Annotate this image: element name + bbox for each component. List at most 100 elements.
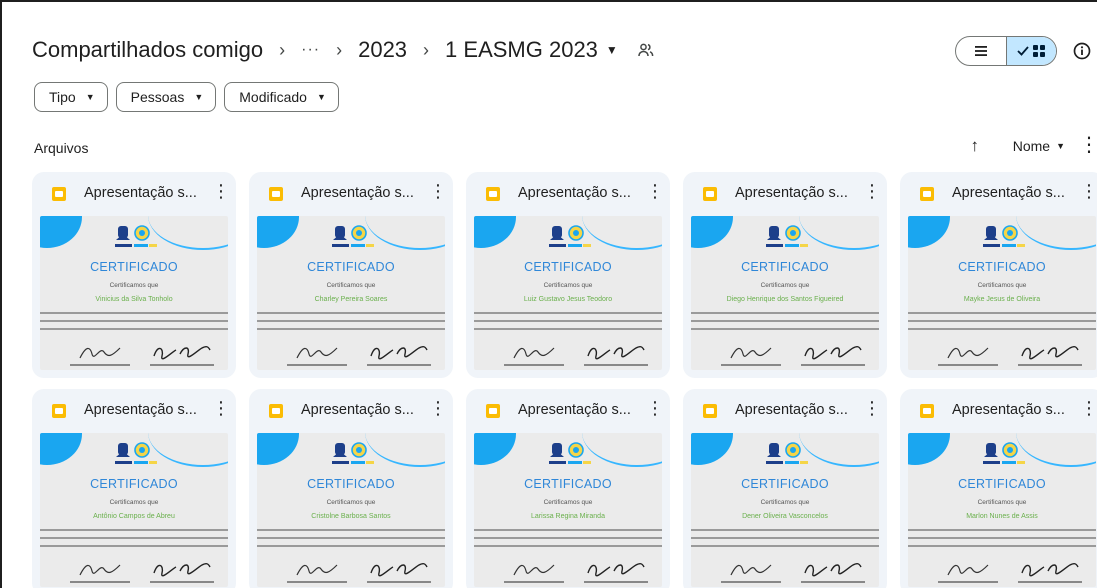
breadcrumb-separator: › xyxy=(336,39,343,60)
certificate-text-line xyxy=(691,320,879,322)
certificate-subtitle: Certificamos que xyxy=(109,499,159,506)
filter-type-chip[interactable]: Tipo ▼ xyxy=(34,82,108,112)
feneis-cnjs-logo xyxy=(766,442,808,464)
signature-image xyxy=(730,564,772,576)
caret-down-icon: ▼ xyxy=(605,43,618,57)
file-thumbnail: CERTIFICADO Certificamos que Vinicius da… xyxy=(40,216,228,370)
certificate-recipient: Mayke Jesus de Oliveira xyxy=(963,296,1041,303)
more-vert-icon[interactable]: ⋮ xyxy=(1080,182,1097,200)
people-icon[interactable] xyxy=(638,43,654,57)
more-vert-icon[interactable]: ⋮ xyxy=(1079,132,1097,157)
feneis-cnjs-logo xyxy=(549,442,591,464)
certificate-title: CERTIFICADO xyxy=(307,260,395,274)
decorative-blob xyxy=(40,433,82,465)
certificate-text-line xyxy=(40,328,228,330)
breadcrumb-parent[interactable]: 2023 xyxy=(358,37,407,63)
breadcrumb-current-folder[interactable]: 1 EASMG 2023 ▼ xyxy=(445,37,618,63)
slides-icon xyxy=(269,404,283,418)
slides-icon xyxy=(269,187,283,201)
certificate-text-line xyxy=(257,529,445,531)
feneis-cnjs-logo xyxy=(332,442,374,464)
slides-icon xyxy=(52,404,66,418)
filter-people-label: Pessoas xyxy=(130,89,185,105)
certificate-text-line xyxy=(40,545,228,547)
file-card[interactable]: Apresentação s... ⋮ CERTIFICADO Certific… xyxy=(466,172,670,378)
file-card[interactable]: Apresentação s... ⋮ CERTIFICADO Certific… xyxy=(249,172,453,378)
more-vert-icon[interactable]: ⋮ xyxy=(863,182,881,200)
slides-icon xyxy=(486,187,500,201)
file-card-header: Apresentação s... ⋮ xyxy=(32,172,236,216)
certificate-text-line xyxy=(691,328,879,330)
decorative-blob xyxy=(908,433,950,465)
file-title: Apresentação s... xyxy=(301,402,414,418)
file-title: Apresentação s... xyxy=(518,402,631,418)
file-card[interactable]: Apresentação s... ⋮ CERTIFICADO Certific… xyxy=(32,172,236,378)
file-card[interactable]: Apresentação s... ⋮ CERTIFICADO Certific… xyxy=(32,389,236,588)
more-vert-icon[interactable]: ⋮ xyxy=(429,399,447,417)
info-icon[interactable] xyxy=(1071,40,1093,62)
list-view-button[interactable] xyxy=(956,37,1006,65)
feneis-cnjs-logo xyxy=(115,225,157,247)
certificate-subtitle: Certificamos que xyxy=(543,282,593,289)
certificate-text-line xyxy=(908,529,1096,531)
certificate-title: CERTIFICADO xyxy=(524,260,612,274)
signature-image xyxy=(587,346,645,360)
certificate-title: CERTIFICADO xyxy=(958,260,1046,274)
file-card-header: Apresentação s... ⋮ xyxy=(32,389,236,433)
more-vert-icon[interactable]: ⋮ xyxy=(429,182,447,200)
caret-down-icon: ▼ xyxy=(316,92,326,102)
signature-image xyxy=(370,346,428,360)
file-thumbnail: CERTIFICADO Certificamos que Diego Henri… xyxy=(691,216,879,370)
certificate-title: CERTIFICADO xyxy=(90,477,178,491)
file-card-header: Apresentação s... ⋮ xyxy=(466,172,670,216)
file-card[interactable]: Apresentação s... ⋮ CERTIFICADO Certific… xyxy=(900,172,1097,378)
signature-image xyxy=(296,564,338,576)
sort-by-button[interactable]: Nome ▼ xyxy=(1013,138,1065,154)
arrow-up-icon[interactable]: ↑ xyxy=(971,136,980,156)
file-card[interactable]: Apresentação s... ⋮ CERTIFICADO Certific… xyxy=(466,389,670,588)
signature-line xyxy=(584,364,648,366)
decorative-blob xyxy=(691,433,733,465)
grid-view-button[interactable] xyxy=(1006,37,1056,65)
filter-people-chip[interactable]: Pessoas ▼ xyxy=(115,82,217,112)
file-title: Apresentação s... xyxy=(518,185,631,201)
certificate-recipient: Luiz Gustavo Jesus Teodoro xyxy=(523,296,613,303)
signature-image xyxy=(587,563,645,577)
certificate-recipient: Cristolne Barbosa Santos xyxy=(311,513,391,520)
decorative-blob xyxy=(257,433,299,465)
signature-image xyxy=(804,563,862,577)
signature-image xyxy=(153,563,211,577)
decorative-blob xyxy=(474,433,516,465)
signature-image xyxy=(79,564,121,576)
certificate-recipient: Larissa Regina Miranda xyxy=(531,513,605,520)
slides-icon xyxy=(920,404,934,418)
certificate-text-line xyxy=(691,312,879,314)
certificate-recipient: Marlon Nunes de Assis xyxy=(966,513,1038,520)
file-card-header: Apresentação s... ⋮ xyxy=(466,389,670,433)
certificate-text-line xyxy=(257,312,445,314)
more-vert-icon[interactable]: ⋮ xyxy=(1080,399,1097,417)
more-vert-icon[interactable]: ⋮ xyxy=(212,399,230,417)
signature-line xyxy=(367,364,431,366)
breadcrumb-root[interactable]: Compartilhados comigo xyxy=(32,37,263,63)
file-card[interactable]: Apresentação s... ⋮ CERTIFICADO Certific… xyxy=(900,389,1097,588)
file-card[interactable]: Apresentação s... ⋮ CERTIFICADO Certific… xyxy=(683,389,887,588)
more-vert-icon[interactable]: ⋮ xyxy=(863,399,881,417)
more-vert-icon[interactable]: ⋮ xyxy=(646,182,664,200)
more-vert-icon[interactable]: ⋮ xyxy=(646,399,664,417)
filter-modified-chip[interactable]: Modificado ▼ xyxy=(224,82,339,112)
file-card[interactable]: Apresentação s... ⋮ CERTIFICADO Certific… xyxy=(683,172,887,378)
signature-line xyxy=(938,364,998,366)
certificate-text-line xyxy=(474,545,662,547)
certificate-recipient: Antônio Campos de Abreu xyxy=(93,513,175,520)
more-vert-icon[interactable]: ⋮ xyxy=(212,182,230,200)
file-card-header: Apresentação s... ⋮ xyxy=(683,172,887,216)
file-card[interactable]: Apresentação s... ⋮ CERTIFICADO Certific… xyxy=(249,389,453,588)
slides-icon xyxy=(52,187,66,201)
file-title: Apresentação s... xyxy=(952,185,1065,201)
file-thumbnail: CERTIFICADO Certificamos que Dener Olive… xyxy=(691,433,879,587)
signature-line xyxy=(721,364,781,366)
breadcrumb-overflow-button[interactable]: ··· xyxy=(301,41,320,59)
file-thumbnail: CERTIFICADO Certificamos que Charley Per… xyxy=(257,216,445,370)
caret-down-icon: ▼ xyxy=(1056,141,1065,151)
